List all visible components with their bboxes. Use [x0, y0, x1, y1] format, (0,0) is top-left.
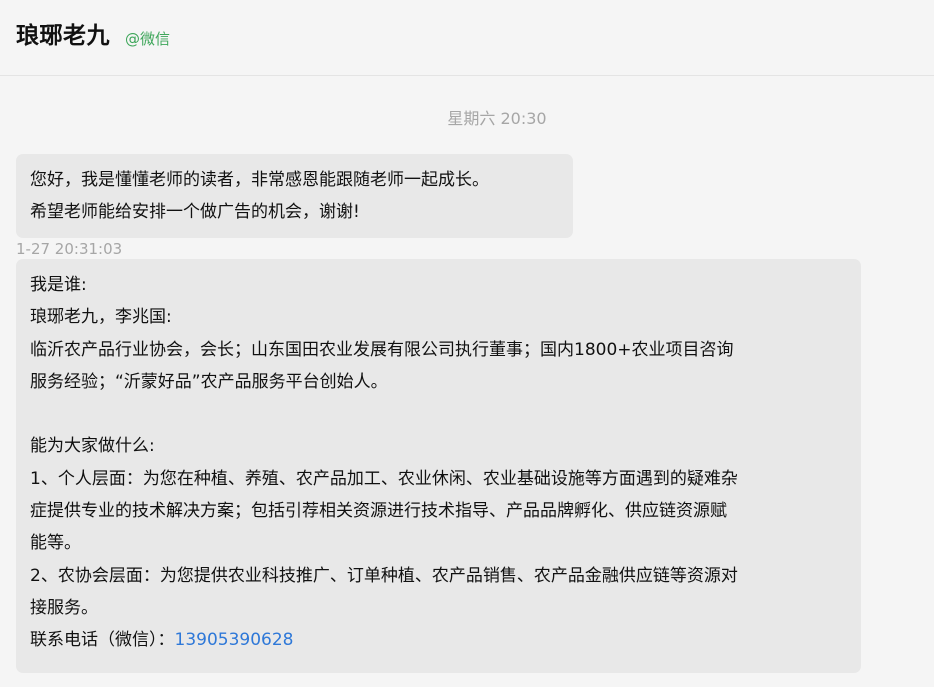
contact-source-tag: @微信 [125, 30, 171, 48]
message-timestamp: 1-27 20:31:03 [16, 240, 123, 258]
message-bubble[interactable]: 您好，我是懂懂老师的读者，非常感恩能跟随老师一起成长。 希望老师能给安排一个做广… [16, 154, 573, 238]
message-line: 症提供专业的技术解决方案；包括引荐相关资源进行技术指导、产品品牌孵化、供应链资源… [30, 501, 727, 522]
message-line: 2、农协会层面：为您提供农业科技推广、订单种植、农产品销售、农产品金融供应链等资… [30, 565, 738, 586]
message-line: 能为大家做什么: [30, 436, 155, 457]
message-line: 您好，我是懂懂老师的读者，非常感恩能跟随老师一起成长。 [30, 170, 489, 190]
message-line: 琅琊老九，李兆国: [30, 307, 172, 328]
message-bubble[interactable]: 我是谁: 琅琊老九，李兆国: 临沂农产品行业协会，会长；山东国田农业发展有限公司… [16, 259, 861, 673]
message-line: 1、个人层面：为您在种植、养殖、农产品加工、农业休闲、农业基础设施等方面遇到的疑… [30, 468, 738, 489]
date-divider: 星期六 20:30 [447, 109, 547, 128]
contact-name[interactable]: 琅琊老九 [16, 20, 110, 52]
message-line: 希望老师能给安排一个做广告的机会，谢谢! [30, 202, 360, 223]
contact-label: 联系电话（微信）： [30, 630, 175, 651]
chat-header: 琅琊老九 @微信 [0, 0, 934, 76]
message-line: 能等。 [30, 533, 81, 554]
message-line: 服务经验；“沂蒙好品”农产品服务平台创始人。 [30, 371, 388, 392]
message-line: 我是谁: [30, 275, 87, 295]
message-line: 临沂农产品行业协会，会长；山东国田农业发展有限公司执行董事；国内1800+农业项… [30, 339, 734, 360]
message-line: 接服务。 [30, 597, 98, 618]
contact-line: 联系电话（微信）：13905390628 [30, 624, 847, 656]
phone-link[interactable]: 13905390628 [175, 630, 294, 650]
